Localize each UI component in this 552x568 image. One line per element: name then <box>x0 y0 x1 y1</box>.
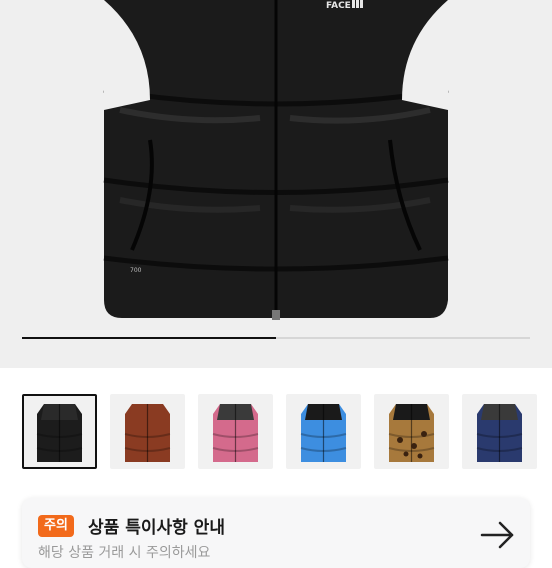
thumbnail-strip <box>0 390 552 474</box>
notice-subtitle: 해당 상품 거래 시 주의하세요 <box>38 545 211 561</box>
caution-badge: 주의 <box>38 515 74 537</box>
vest-thumbnail-image <box>36 404 83 462</box>
thumbnail-brown[interactable] <box>110 394 185 469</box>
vest-thumbnail-image <box>212 404 259 462</box>
vest-illustration: FACE 700 <box>103 0 449 320</box>
product-notice-card[interactable]: 주의 상품 특이사항 안내 해당 상품 거래 시 주의하세요 <box>22 498 530 568</box>
fill-power-mark: 700 <box>130 267 142 274</box>
thumbnail-navy[interactable] <box>462 394 537 469</box>
carousel-progress <box>22 337 530 339</box>
arrow-right-icon[interactable] <box>480 520 516 550</box>
vest-thumbnail-image <box>300 404 347 462</box>
carousel-progress-fill <box>22 337 276 339</box>
thumbnail-pink[interactable] <box>198 394 273 469</box>
thumbnail-blue[interactable] <box>286 394 361 469</box>
vest-thumbnail-image <box>124 404 171 462</box>
vest-thumbnail-image <box>476 404 523 462</box>
notice-title: 상품 특이사항 안내 <box>88 518 225 538</box>
thumbnail-black[interactable] <box>22 394 97 469</box>
vest-thumbnail-image <box>388 404 435 462</box>
brand-logo-text: FACE <box>326 1 351 11</box>
thumbnail-leopard[interactable] <box>374 394 449 469</box>
product-hero-image[interactable]: FACE 700 <box>0 0 552 368</box>
